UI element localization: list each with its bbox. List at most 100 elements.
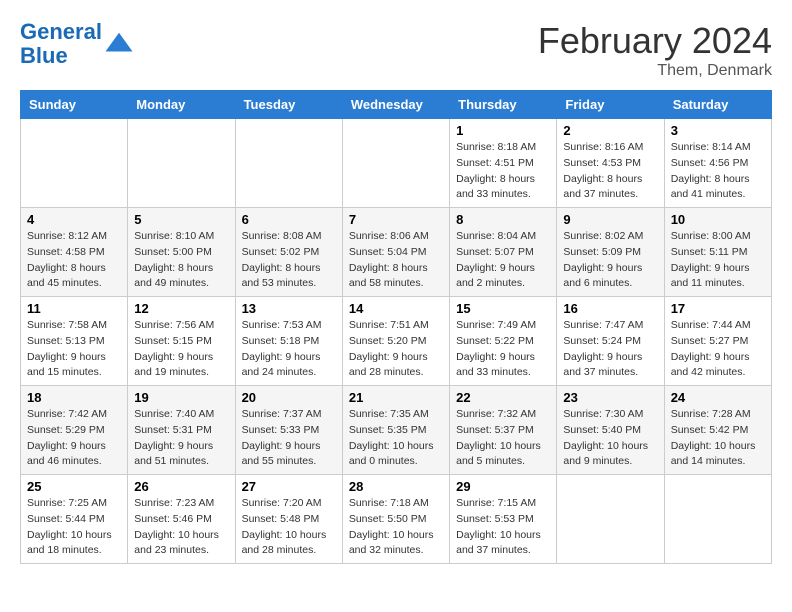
header-thursday: Thursday <box>450 91 557 119</box>
header-wednesday: Wednesday <box>342 91 449 119</box>
calendar-cell: 12 Sunrise: 7:56 AM Sunset: 5:15 PM Dayli… <box>128 297 235 386</box>
day-number: 17 <box>671 301 765 316</box>
logo: GeneralBlue <box>20 20 134 68</box>
calendar-cell: 9Sunrise: 8:02 AM Sunset: 5:09 PM Daylig… <box>557 208 664 297</box>
month-title: February 2024 <box>538 20 772 62</box>
header-monday: Monday <box>128 91 235 119</box>
day-info: Sunrise: 7:32 AM Sunset: 5:37 PM Dayligh… <box>456 407 550 470</box>
calendar-cell: 20 Sunrise: 7:37 AM Sunset: 5:33 PM Dayli… <box>235 386 342 475</box>
day-number: 19 <box>134 390 228 405</box>
day-number: 11 <box>27 301 121 316</box>
calendar-cell: 27Sunrise: 7:20 AM Sunset: 5:48 PM Dayli… <box>235 475 342 564</box>
calendar-week-4: 25 Sunrise: 7:25 AM Sunset: 5:44 PM Dayli… <box>21 475 772 564</box>
header-tuesday: Tuesday <box>235 91 342 119</box>
day-info: Sunrise: 8:10 AM Sunset: 5:00 PM Dayligh… <box>134 229 228 292</box>
calendar-body: 1 Sunrise: 8:18 AM Sunset: 4:51 PM Daylig… <box>21 119 772 564</box>
calendar-cell: 11 Sunrise: 7:58 AM Sunset: 5:13 PM Dayli… <box>21 297 128 386</box>
day-number: 18 <box>27 390 121 405</box>
header-sunday: Sunday <box>21 91 128 119</box>
day-info: Sunrise: 8:18 AM Sunset: 4:51 PM Dayligh… <box>456 140 550 203</box>
day-number: 3 <box>671 123 765 138</box>
day-number: 7 <box>349 212 443 227</box>
day-info: Sunrise: 7:44 AM Sunset: 5:27 PM Dayligh… <box>671 318 765 381</box>
day-number: 20 <box>242 390 336 405</box>
day-info: Sunrise: 7:58 AM Sunset: 5:13 PM Dayligh… <box>27 318 121 381</box>
day-number: 25 <box>27 479 121 494</box>
calendar-cell: 16 Sunrise: 7:47 AM Sunset: 5:24 PM Dayli… <box>557 297 664 386</box>
day-info: Sunrise: 7:47 AM Sunset: 5:24 PM Dayligh… <box>563 318 657 381</box>
day-number: 24 <box>671 390 765 405</box>
day-info: Sunrise: 7:20 AM Sunset: 5:48 PM Dayligh… <box>242 496 336 559</box>
calendar-cell: 1 Sunrise: 8:18 AM Sunset: 4:51 PM Daylig… <box>450 119 557 208</box>
header-row: Sunday Monday Tuesday Wednesday Thursday… <box>21 91 772 119</box>
day-number: 8 <box>456 212 550 227</box>
calendar-cell: 6Sunrise: 8:08 AM Sunset: 5:02 PM Daylig… <box>235 208 342 297</box>
day-number: 21 <box>349 390 443 405</box>
day-info: Sunrise: 7:25 AM Sunset: 5:44 PM Dayligh… <box>27 496 121 559</box>
header-friday: Friday <box>557 91 664 119</box>
calendar-cell: 8 Sunrise: 8:04 AM Sunset: 5:07 PM Daylig… <box>450 208 557 297</box>
day-info: Sunrise: 8:16 AM Sunset: 4:53 PM Dayligh… <box>563 140 657 203</box>
calendar-cell: 22 Sunrise: 7:32 AM Sunset: 5:37 PM Dayli… <box>450 386 557 475</box>
calendar-cell: 23 Sunrise: 7:30 AM Sunset: 5:40 PM Dayli… <box>557 386 664 475</box>
day-number: 12 <box>134 301 228 316</box>
day-number: 13 <box>242 301 336 316</box>
calendar-cell <box>557 475 664 564</box>
day-info: Sunrise: 8:00 AM Sunset: 5:11 PM Dayligh… <box>671 229 765 292</box>
day-info: Sunrise: 8:08 AM Sunset: 5:02 PM Dayligh… <box>242 229 336 292</box>
day-number: 16 <box>563 301 657 316</box>
day-number: 1 <box>456 123 550 138</box>
location: Them, Denmark <box>538 62 772 80</box>
calendar-cell: 13 Sunrise: 7:53 AM Sunset: 5:18 PM Dayli… <box>235 297 342 386</box>
day-info: Sunrise: 8:14 AM Sunset: 4:56 PM Dayligh… <box>671 140 765 203</box>
day-number: 10 <box>671 212 765 227</box>
calendar-cell: 10 Sunrise: 8:00 AM Sunset: 5:11 PM Dayli… <box>664 208 771 297</box>
calendar-cell: 17 Sunrise: 7:44 AM Sunset: 5:27 PM Dayli… <box>664 297 771 386</box>
header-saturday: Saturday <box>664 91 771 119</box>
title-section: February 2024 Them, Denmark <box>538 20 772 80</box>
day-info: Sunrise: 7:23 AM Sunset: 5:46 PM Dayligh… <box>134 496 228 559</box>
calendar-cell: 21 Sunrise: 7:35 AM Sunset: 5:35 PM Dayli… <box>342 386 449 475</box>
day-number: 4 <box>27 212 121 227</box>
calendar-cell: 5 Sunrise: 8:10 AM Sunset: 5:00 PM Daylig… <box>128 208 235 297</box>
calendar-cell: 7Sunrise: 8:06 AM Sunset: 5:04 PM Daylig… <box>342 208 449 297</box>
day-number: 22 <box>456 390 550 405</box>
day-info: Sunrise: 7:56 AM Sunset: 5:15 PM Dayligh… <box>134 318 228 381</box>
calendar-cell: 19Sunrise: 7:40 AM Sunset: 5:31 PM Dayli… <box>128 386 235 475</box>
calendar-cell: 26 Sunrise: 7:23 AM Sunset: 5:46 PM Dayli… <box>128 475 235 564</box>
day-info: Sunrise: 7:42 AM Sunset: 5:29 PM Dayligh… <box>27 407 121 470</box>
day-number: 23 <box>563 390 657 405</box>
day-info: Sunrise: 8:12 AM Sunset: 4:58 PM Dayligh… <box>27 229 121 292</box>
calendar-cell: 14 Sunrise: 7:51 AM Sunset: 5:20 PM Dayli… <box>342 297 449 386</box>
calendar-week-3: 18 Sunrise: 7:42 AM Sunset: 5:29 PM Dayli… <box>21 386 772 475</box>
calendar-week-2: 11 Sunrise: 7:58 AM Sunset: 5:13 PM Dayli… <box>21 297 772 386</box>
day-number: 29 <box>456 479 550 494</box>
calendar-cell: 18 Sunrise: 7:42 AM Sunset: 5:29 PM Dayli… <box>21 386 128 475</box>
day-info: Sunrise: 8:04 AM Sunset: 5:07 PM Dayligh… <box>456 229 550 292</box>
logo-text: GeneralBlue <box>20 20 102 68</box>
day-info: Sunrise: 7:51 AM Sunset: 5:20 PM Dayligh… <box>349 318 443 381</box>
calendar-cell <box>21 119 128 208</box>
calendar-cell: 25 Sunrise: 7:25 AM Sunset: 5:44 PM Dayli… <box>21 475 128 564</box>
calendar-cell: 29Sunrise: 7:15 AM Sunset: 5:53 PM Dayli… <box>450 475 557 564</box>
day-info: Sunrise: 7:35 AM Sunset: 5:35 PM Dayligh… <box>349 407 443 470</box>
calendar-cell: 2 Sunrise: 8:16 AM Sunset: 4:53 PM Daylig… <box>557 119 664 208</box>
calendar-week-0: 1 Sunrise: 8:18 AM Sunset: 4:51 PM Daylig… <box>21 119 772 208</box>
calendar-cell <box>128 119 235 208</box>
calendar-table: Sunday Monday Tuesday Wednesday Thursday… <box>20 90 772 564</box>
day-info: Sunrise: 7:53 AM Sunset: 5:18 PM Dayligh… <box>242 318 336 381</box>
day-number: 2 <box>563 123 657 138</box>
calendar-header: Sunday Monday Tuesday Wednesday Thursday… <box>21 91 772 119</box>
day-number: 5 <box>134 212 228 227</box>
calendar-cell <box>235 119 342 208</box>
calendar-cell: 24Sunrise: 7:28 AM Sunset: 5:42 PM Dayli… <box>664 386 771 475</box>
day-number: 26 <box>134 479 228 494</box>
day-number: 14 <box>349 301 443 316</box>
calendar-cell <box>342 119 449 208</box>
day-info: Sunrise: 7:30 AM Sunset: 5:40 PM Dayligh… <box>563 407 657 470</box>
day-info: Sunrise: 8:02 AM Sunset: 5:09 PM Dayligh… <box>563 229 657 292</box>
calendar-cell: 15Sunrise: 7:49 AM Sunset: 5:22 PM Dayli… <box>450 297 557 386</box>
calendar-cell: 28Sunrise: 7:18 AM Sunset: 5:50 PM Dayli… <box>342 475 449 564</box>
day-number: 15 <box>456 301 550 316</box>
day-info: Sunrise: 7:37 AM Sunset: 5:33 PM Dayligh… <box>242 407 336 470</box>
